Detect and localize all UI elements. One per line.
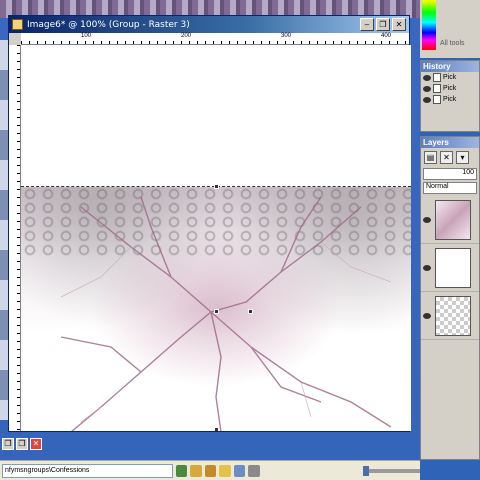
materials-palette[interactable]: All tools: [420, 0, 480, 58]
horizontal-ruler: 100 200 300 400: [21, 33, 409, 45]
side-thumbnail-strip: [0, 40, 8, 420]
eye-icon: [423, 74, 431, 81]
maximize-button[interactable]: ❐: [16, 438, 28, 450]
ruler-mark: 200: [181, 33, 192, 39]
history-item[interactable]: Pick: [421, 94, 479, 105]
pick-tool-icon: [433, 73, 441, 82]
pivot-handle[interactable]: [214, 309, 219, 314]
minimized-window-controls[interactable]: ❐ ❐ ✕: [0, 438, 44, 454]
folder-icon[interactable]: [219, 464, 231, 477]
image-document-window[interactable]: Image6* @ 100% (Group - Raster 3) – ❐ ✕ …: [8, 15, 411, 432]
rotate-handle[interactable]: [248, 309, 253, 314]
history-item-label: Pick: [443, 85, 457, 92]
layer-row[interactable]: [421, 244, 479, 292]
view-icon[interactable]: [233, 464, 246, 477]
pick-tool-icon: [433, 95, 441, 104]
zoom-slider[interactable]: [362, 465, 420, 476]
layer-row[interactable]: [421, 196, 479, 244]
up-folder-icon[interactable]: [204, 464, 217, 477]
ruler-mark: 400: [381, 33, 392, 39]
close-button[interactable]: ✕: [30, 438, 42, 450]
layer-menu-icon[interactable]: ▾: [456, 150, 469, 164]
vertical-ruler: [9, 45, 21, 431]
pick-tool-icon: [433, 84, 441, 93]
blend-mode-select[interactable]: Normal: [423, 182, 477, 194]
image-titlebar[interactable]: Image6* @ 100% (Group - Raster 3) – ❐ ✕: [9, 16, 409, 33]
eye-icon: [423, 85, 431, 92]
history-item-label: Pick: [443, 74, 457, 81]
history-item[interactable]: Pick: [421, 83, 479, 94]
layers-panel[interactable]: Layers ▤ ✕ ▾ 100 Normal: [420, 136, 480, 460]
layer-thumbnail: [435, 295, 471, 336]
eye-icon: [423, 96, 431, 103]
document-icon: [12, 19, 23, 30]
folder-icon[interactable]: [190, 464, 202, 477]
layer-thumbnail: [435, 199, 471, 240]
eye-icon[interactable]: [423, 264, 431, 271]
transform-handle[interactable]: [214, 427, 219, 431]
layers-title[interactable]: Layers: [421, 137, 479, 148]
all-tools-checkbox-label[interactable]: All tools: [440, 40, 465, 47]
ruler-mark: 300: [281, 33, 292, 39]
image-canvas[interactable]: [21, 45, 411, 431]
history-item-label: Pick: [443, 96, 457, 103]
restore-button[interactable]: ❐: [2, 438, 14, 450]
minimize-button[interactable]: –: [360, 18, 374, 31]
eye-icon[interactable]: [423, 312, 431, 319]
new-layer-icon[interactable]: ▤: [424, 150, 437, 164]
delete-layer-icon[interactable]: ✕: [440, 150, 453, 164]
color-spectrum[interactable]: [422, 0, 436, 50]
opacity-field[interactable]: 100: [423, 168, 477, 180]
eye-icon[interactable]: [423, 216, 431, 223]
history-title[interactable]: History: [421, 61, 479, 72]
address-input[interactable]: nfymsngroups\Confessions: [2, 463, 173, 478]
restore-button[interactable]: ❐: [376, 18, 390, 31]
image-title: Image6* @ 100% (Group - Raster 3): [27, 19, 190, 30]
layer-row[interactable]: [421, 292, 479, 340]
address-bar[interactable]: nfymsngroups\Confessions: [0, 460, 420, 480]
layer-thumbnail: [435, 247, 471, 288]
transform-handle[interactable]: [214, 184, 219, 189]
history-item[interactable]: Pick: [421, 72, 479, 83]
options-icon[interactable]: [248, 464, 260, 477]
raster-layer-artwork[interactable]: [21, 184, 411, 431]
close-button[interactable]: ✕: [392, 18, 406, 31]
history-panel[interactable]: History Pick Pick Pick: [420, 60, 480, 132]
go-icon[interactable]: [175, 464, 188, 477]
ruler-mark: 100: [81, 33, 92, 39]
